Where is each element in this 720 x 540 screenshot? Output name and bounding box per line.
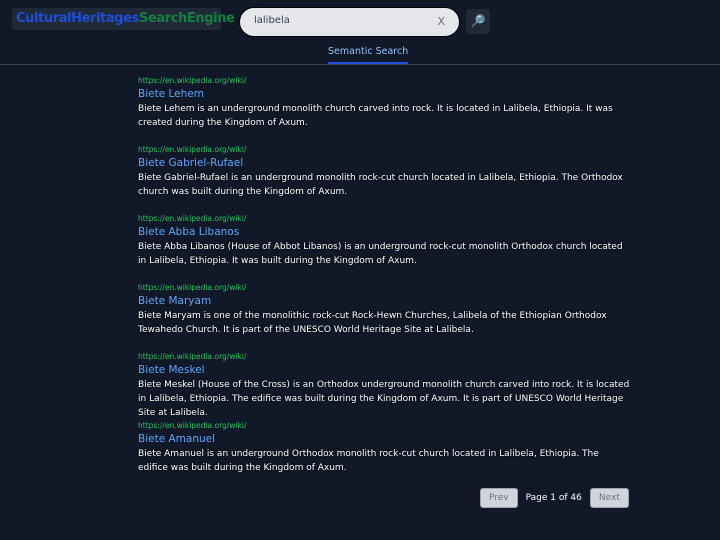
- result-description: Biete Meskel (House of the Cross) is an …: [138, 380, 630, 418]
- prev-button[interactable]: Prev: [480, 488, 518, 508]
- magnifier-icon: 🔎: [470, 14, 486, 28]
- result-description: Biete Lehem is an underground monolith c…: [138, 104, 613, 128]
- result-url[interactable]: https://en.wikipedia.org/wiki/: [138, 76, 630, 86]
- clear-search-button[interactable]: X: [437, 15, 445, 28]
- search-button[interactable]: 🔎: [466, 9, 490, 34]
- search-input[interactable]: [254, 15, 424, 26]
- result-description: Biete Abba Libanos (House of Abbot Liban…: [138, 242, 623, 266]
- result-title[interactable]: Biete Abba Libanos: [138, 224, 630, 240]
- list-item: https://en.wikipedia.org/wiki/Biete Abba…: [138, 214, 630, 283]
- result-url[interactable]: https://en.wikipedia.org/wiki/: [138, 214, 630, 224]
- result-title[interactable]: Biete Meskel: [138, 362, 630, 378]
- page-indicator: Page 1 of 46: [525, 493, 582, 503]
- next-button[interactable]: Next: [589, 488, 629, 508]
- result-url[interactable]: https://en.wikipedia.org/wiki/: [138, 352, 630, 362]
- result-title[interactable]: Biete Amanuel: [138, 431, 630, 447]
- list-item: https://en.wikipedia.org/wiki/Biete Mary…: [138, 283, 630, 352]
- search-box: X: [239, 7, 460, 37]
- result-url[interactable]: https://en.wikipedia.org/wiki/: [138, 283, 630, 293]
- pagination: Prev Page 1 of 46 Next: [480, 488, 629, 508]
- results-list: https://en.wikipedia.org/wiki/Biete Lehe…: [138, 76, 630, 490]
- list-item: https://en.wikipedia.org/wiki/Biete Aman…: [138, 421, 630, 490]
- result-url[interactable]: https://en.wikipedia.org/wiki/: [138, 145, 630, 155]
- result-description: Biete Gabriel-Rufael is an underground m…: [138, 173, 623, 197]
- logo[interactable]: CulturalHeritagesSearchEngine: [12, 8, 235, 30]
- divider: [0, 64, 720, 65]
- result-description: Biete Amanuel is an underground Orthodox…: [138, 449, 599, 473]
- result-title[interactable]: Biete Lehem: [138, 86, 630, 102]
- result-title[interactable]: Biete Maryam: [138, 293, 630, 309]
- list-item: https://en.wikipedia.org/wiki/Biete Lehe…: [138, 76, 630, 145]
- list-item: https://en.wikipedia.org/wiki/Biete Mesk…: [138, 352, 630, 421]
- result-title[interactable]: Biete Gabriel-Rufael: [138, 155, 630, 171]
- list-item: https://en.wikipedia.org/wiki/Biete Gabr…: [138, 145, 630, 214]
- result-url[interactable]: https://en.wikipedia.org/wiki/: [138, 421, 630, 431]
- result-description: Biete Maryam is one of the monolithic ro…: [138, 311, 607, 335]
- tab-semantic-search[interactable]: Semantic Search: [328, 46, 409, 64]
